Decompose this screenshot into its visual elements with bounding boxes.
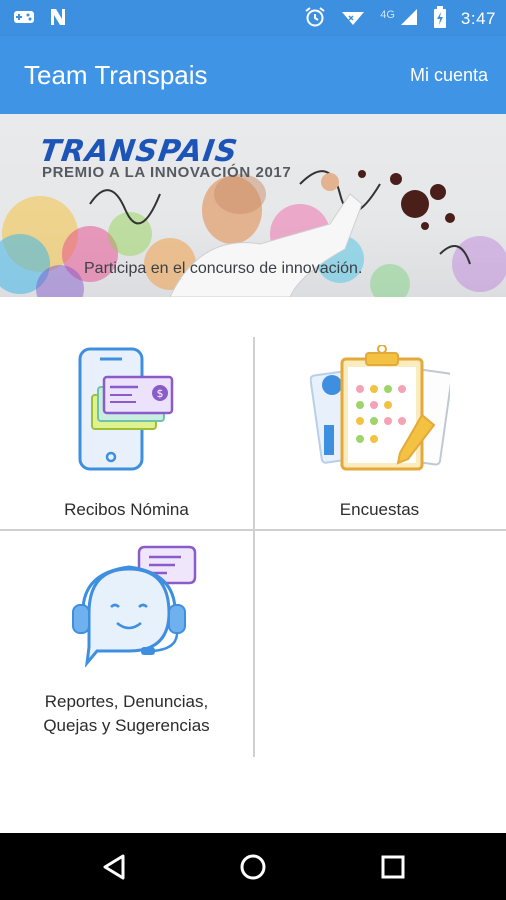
menu-item-payroll-receipts[interactable]: $ Recibos Nómina [0,345,253,525]
battery-icon [433,6,447,32]
app-title: Team Transpais [24,60,208,90]
phone-receipt-icon: $ [72,345,182,480]
network-type-label: 4G [380,9,395,21]
svg-text:$: $ [156,387,163,400]
recents-icon [381,855,405,879]
my-account-button[interactable]: Mi cuenta [410,65,488,86]
menu-item-label-line1: Reportes, Denuncias, [44,692,209,711]
status-bar: 4G 3:47 [0,0,506,36]
back-button[interactable] [97,850,131,884]
home-button[interactable] [236,850,270,884]
alarm-icon [304,6,326,32]
award-title: PREMIO A LA INNOVACIÓN 2017 [42,164,292,181]
menu-item-label: Reportes, Denuncias, Quejas y Sugerencia… [43,690,209,738]
menu-item-surveys[interactable]: Encuestas [253,344,506,525]
recents-button[interactable] [376,850,410,884]
app-bar: Team Transpais Mi cuenta [0,36,506,114]
banner-caption: Participa en el concurso de innovación. [84,260,363,277]
n-icon [48,7,68,32]
system-nav-bar [0,833,506,900]
innovation-banner[interactable]: TRANSPAIS PREMIO A LA INNOVACIÓN 2017 Pa… [0,114,506,297]
grid-divider-horizontal [0,529,506,531]
home-icon [240,854,266,880]
signal-icon [340,7,366,31]
status-time: 3:47 [460,9,496,28]
game-controller-icon [12,7,36,32]
menu-item-label: Recibos Nómina [64,500,189,519]
cell-signal-icon [399,7,419,31]
clipboard-survey-icon [309,344,453,480]
menu-item-label-line2: Quejas y Sugerencias [43,716,210,735]
menu-item-reports-complaints[interactable]: Reportes, Denuncias, Quejas y Sugerencia… [0,543,253,753]
back-icon [103,854,125,880]
menu-item-label: Encuestas [339,500,420,519]
support-headset-icon [57,543,197,678]
